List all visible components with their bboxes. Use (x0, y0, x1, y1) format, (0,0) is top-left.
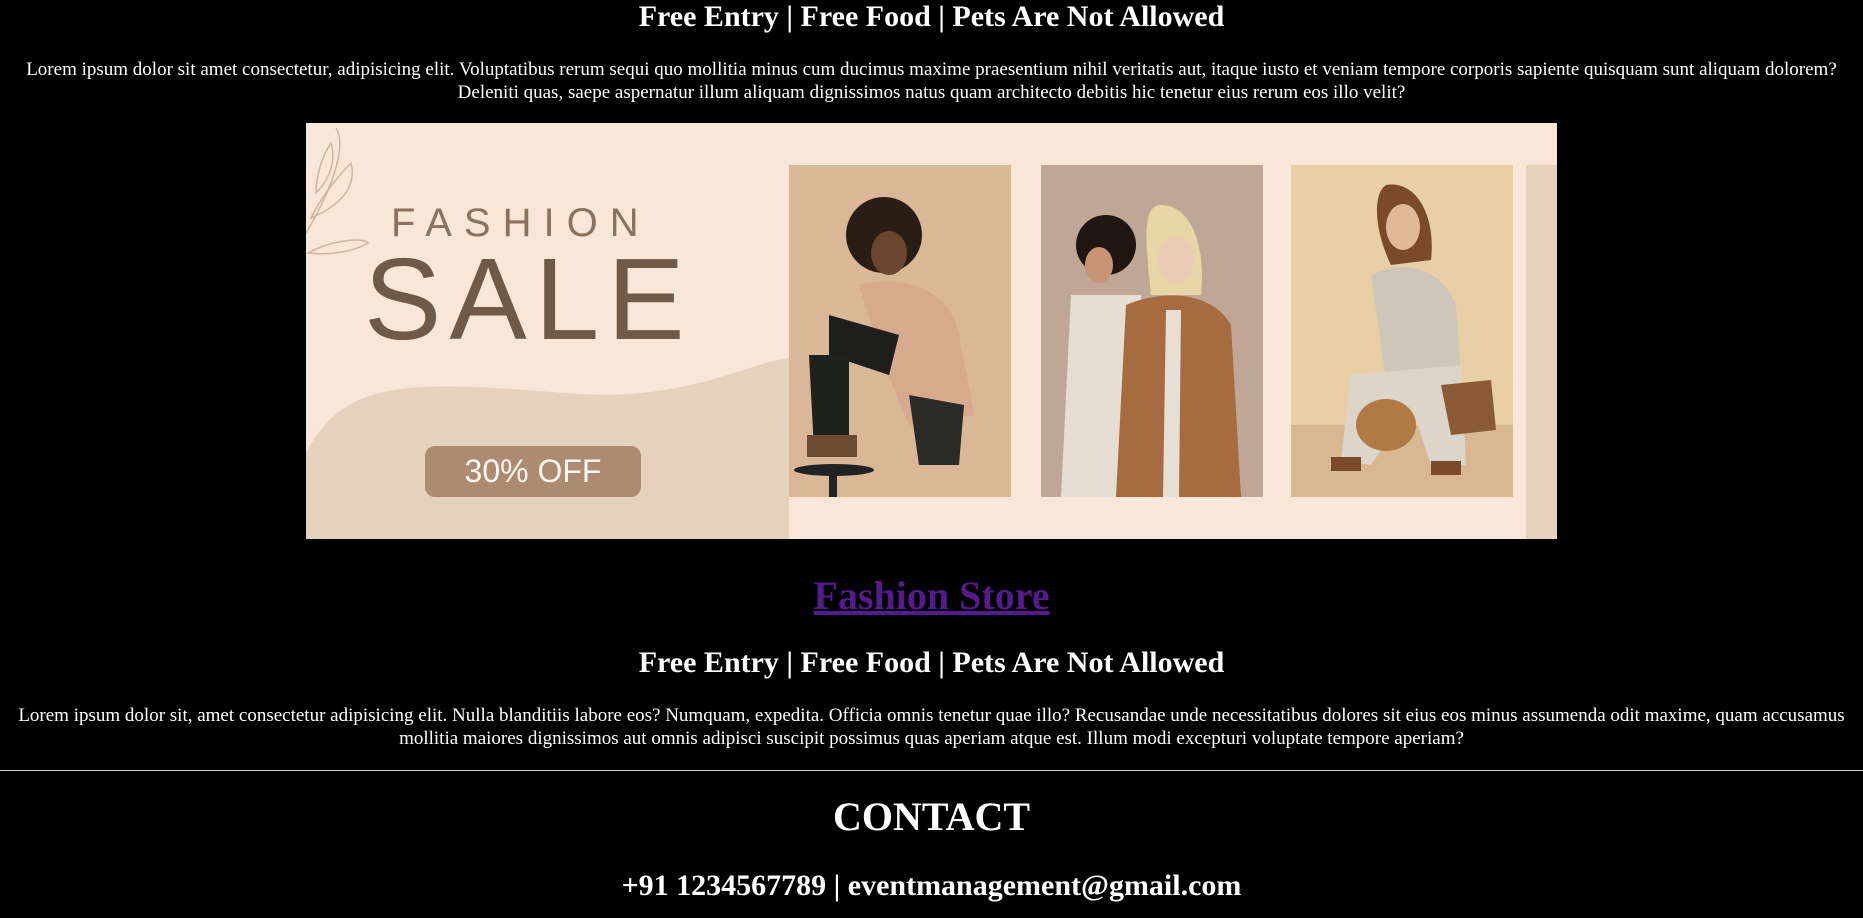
top-heading: Free Entry | Free Food | Pets Are Not Al… (638, 0, 1225, 33)
model-photo-2 (1041, 165, 1263, 497)
middle-paragraph: Lorem ipsum dolor sit, amet consectetur … (18, 705, 1845, 749)
page: Free Entry | Free Food | Pets Are Not Al… (0, 0, 1863, 918)
section-divider (0, 770, 1863, 771)
contact-title: CONTACT (832, 794, 1031, 839)
top-paragraph: Lorem ipsum dolor sit amet consectetur, … (26, 59, 1837, 103)
banner-offer-badge: 30% OFF (425, 446, 641, 497)
leaf-decoration-icon (306, 127, 369, 255)
contact-details: +91 1234567789 | eventmanagement@gmail.c… (621, 869, 1242, 902)
banner-sale-text: SALE (364, 234, 693, 364)
fashion-store-link[interactable]: Fashion Store (814, 574, 1050, 618)
middle-heading: Free Entry | Free Food | Pets Are Not Al… (638, 646, 1225, 679)
fashion-sale-banner: FASHION SALE 30% OFF (306, 123, 1557, 539)
model-photo-1 (789, 165, 1011, 497)
model-photo-3 (1291, 165, 1513, 497)
